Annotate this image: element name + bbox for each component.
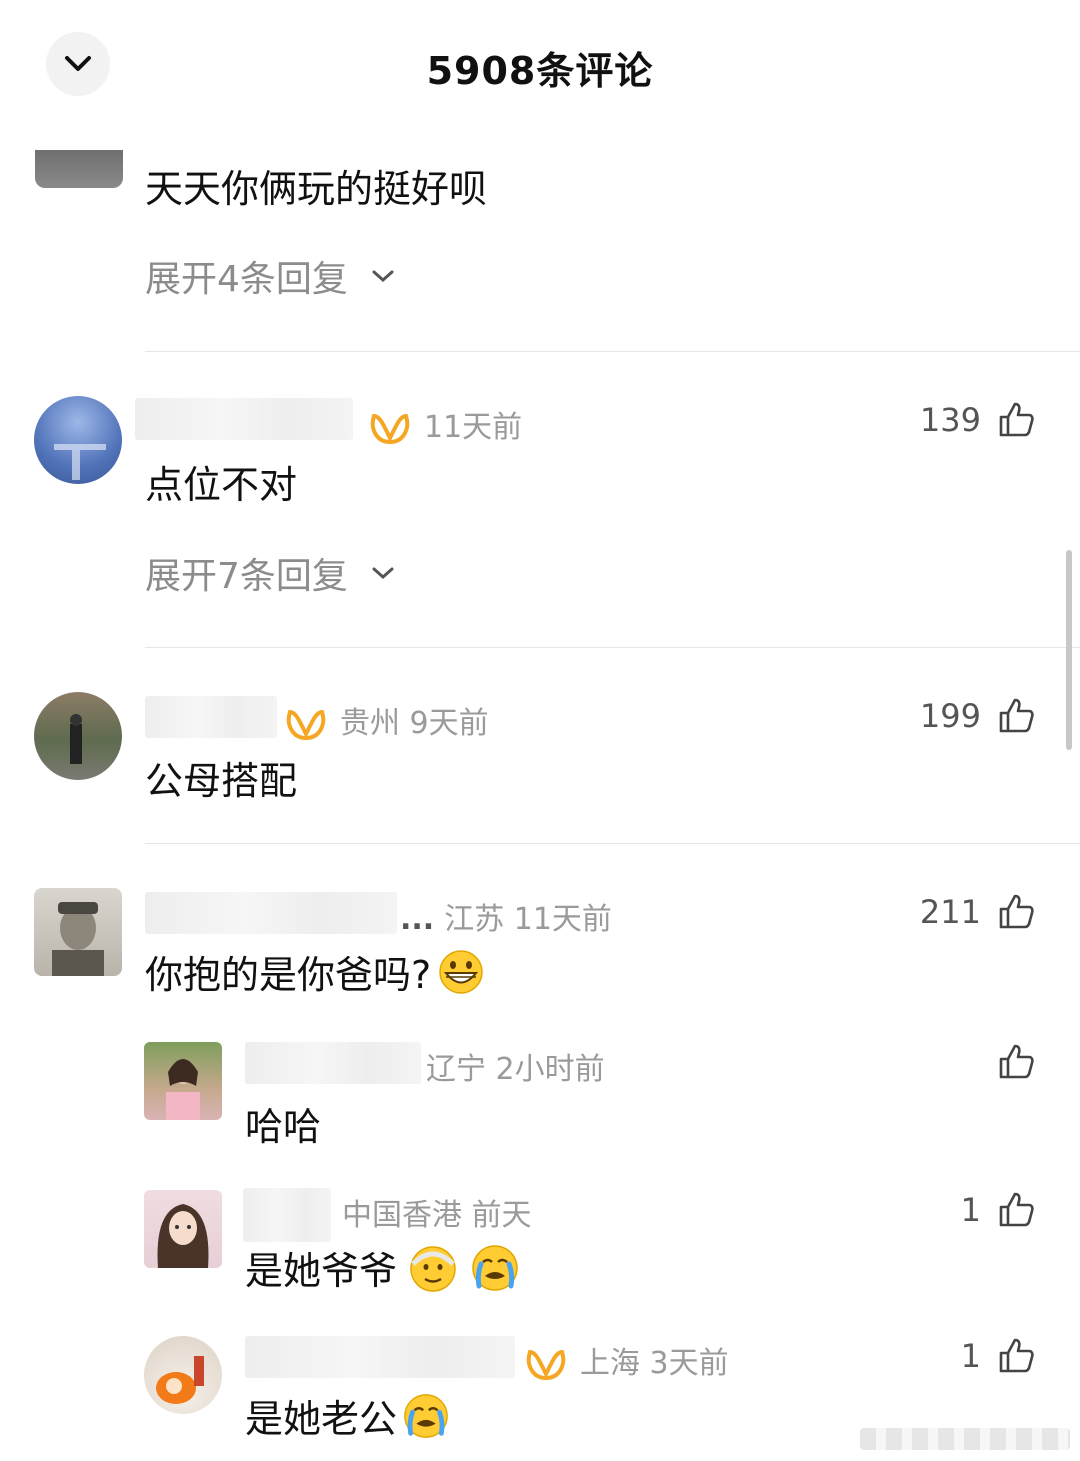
older-man-emoji-icon [410,1245,456,1292]
thumbs-up-icon [999,698,1034,733]
page-title: 5908条评论 [426,49,654,93]
like-count: 1 [960,1337,981,1375]
like-button[interactable] [940,1038,1035,1086]
reply-meta: 上海 3天前 [526,1338,729,1382]
divider [145,843,1080,844]
comment-meta: 贵州 9天前 [286,698,489,742]
username-blurred[interactable] [243,1188,331,1242]
expand-replies-button[interactable]: 展开4条回复 [145,250,396,302]
reply-text: 哈哈 [245,1105,322,1149]
avatar[interactable] [34,396,122,484]
like-button[interactable]: 211 [880,888,1035,936]
thumbs-up-icon [999,1192,1034,1227]
reply-meta: 辽宁 2小时前 [426,1052,605,1087]
chevron-down-icon [372,270,394,283]
like-count: 199 [919,697,981,735]
reply-text: 是她爷爷 [245,1240,521,1295]
like-button[interactable]: 1 [940,1332,1035,1380]
vip-badge-icon [370,413,410,444]
avatar[interactable] [35,150,123,188]
thumbs-up-icon [999,1338,1034,1373]
loudly-crying-face-emoji-icon [472,1244,518,1291]
vip-badge-icon [526,1349,566,1380]
comment-text: 公母搭配 [145,759,298,803]
username-blurred[interactable] [145,696,277,738]
comment-text: 天天你俩玩的挺好呗 [145,167,488,211]
avatar[interactable] [34,888,122,976]
watermark [860,1428,1070,1450]
thumbs-up-icon [999,1044,1034,1079]
thumbs-up-icon [999,894,1034,929]
like-button[interactable]: 139 [880,396,1035,444]
scrollbar[interactable] [1066,550,1072,750]
vip-badge-icon [286,709,326,740]
like-button[interactable]: 199 [880,692,1035,740]
expand-replies-label: 展开4条回复 [145,259,348,300]
username-blurred[interactable] [145,892,397,934]
like-count: 139 [919,401,981,439]
loudly-crying-face-emoji-icon [404,1393,448,1438]
reply-text: 是她老公 [245,1388,451,1443]
username-blurred[interactable] [135,398,353,440]
avatar[interactable] [144,1042,222,1120]
expand-replies-button[interactable]: 展开7条回复 [145,547,396,599]
reply-meta: 中国香港 前天 [342,1198,532,1233]
username-blurred[interactable] [245,1336,515,1378]
divider [145,647,1080,648]
username-blurred[interactable] [245,1042,421,1084]
thumbs-up-icon [999,402,1034,437]
chevron-down-icon [372,567,394,580]
grinning-face-emoji-icon [439,949,483,994]
comment-meta: ... 江苏 11天前 [400,902,612,937]
avatar[interactable] [144,1190,222,1268]
comment-text: 你抱的是你爸吗? [145,944,485,999]
divider [145,351,1080,352]
expand-replies-label: 展开7条回复 [145,556,348,597]
like-count: 211 [919,893,981,931]
avatar[interactable] [144,1336,222,1414]
like-button[interactable]: 1 [940,1186,1035,1234]
comment-meta: 11天前 [370,402,522,446]
like-count: 1 [960,1191,981,1229]
comment-text: 点位不对 [145,463,298,507]
avatar[interactable] [34,692,122,780]
